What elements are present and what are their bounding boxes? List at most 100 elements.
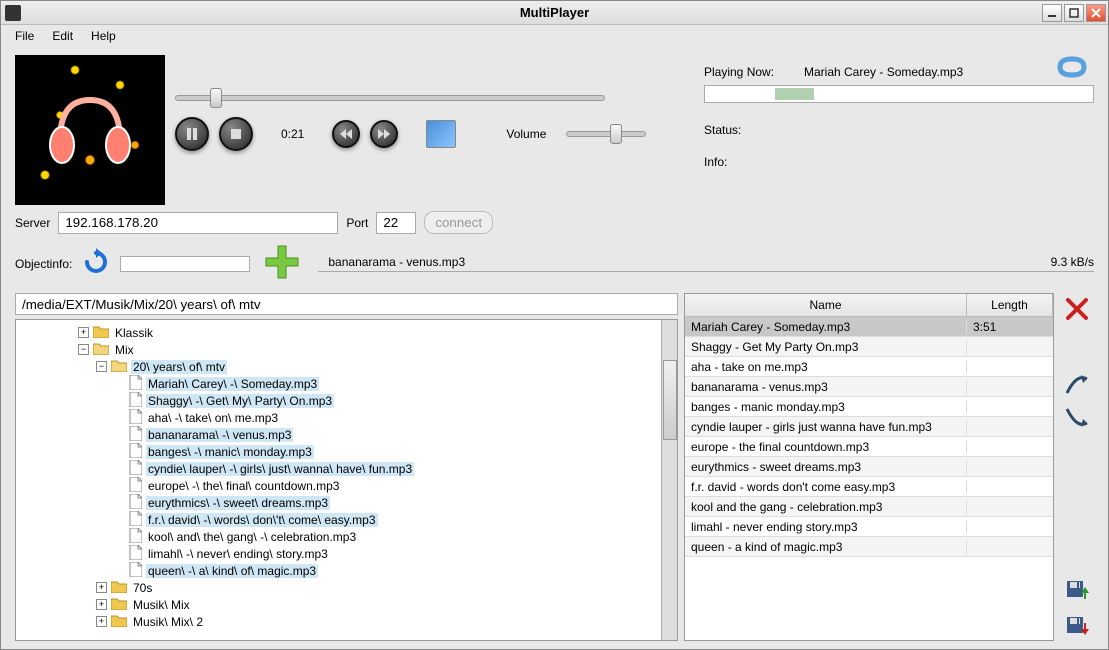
file-tree[interactable]: +Klassik−Mix−20\ years\ of\ mtvMariah\ C… <box>15 319 678 641</box>
pause-button[interactable] <box>175 117 209 151</box>
main-window: MultiPlayer File Edit Help <box>0 0 1109 650</box>
col-length-header[interactable]: Length <box>967 294 1053 316</box>
playlist-name-cell: banges - manic monday.mp3 <box>685 400 967 414</box>
tree-label[interactable]: f.r.\ david\ -\ words\ don\'t\ come\ eas… <box>146 513 378 527</box>
tree-node[interactable]: f.r.\ david\ -\ words\ don\'t\ come\ eas… <box>18 511 657 528</box>
previous-button[interactable] <box>332 120 360 148</box>
save-up-button[interactable] <box>1063 613 1091 641</box>
tree-node[interactable]: + Musik\ Mix\ 2 <box>18 613 657 630</box>
playlist-row[interactable]: limahl - never ending story.mp3 <box>685 517 1053 537</box>
tree-label[interactable]: eurythmics\ -\ sweet\ dreams.mp3 <box>146 496 330 510</box>
folder-icon <box>93 325 109 341</box>
folder-icon <box>111 580 127 596</box>
tree-node[interactable]: limahl\ -\ never\ ending\ story.mp3 <box>18 545 657 562</box>
playlist-row[interactable]: eurythmics - sweet dreams.mp3 <box>685 457 1053 477</box>
minimize-button[interactable] <box>1042 4 1062 22</box>
window-title: MultiPlayer <box>520 5 589 20</box>
move-down-button[interactable] <box>1063 405 1091 433</box>
tree-node[interactable]: + Klassik <box>18 324 657 341</box>
playlist-row[interactable]: aha - take on me.mp3 <box>685 357 1053 377</box>
tree-label[interactable]: cyndie\ lauper\ -\ girls\ just\ wanna\ h… <box>146 462 414 476</box>
tree-node[interactable]: aha\ -\ take\ on\ me.mp3 <box>18 409 657 426</box>
playlist-row[interactable]: f.r. david - words don't come easy.mp3 <box>685 477 1053 497</box>
tree-expander[interactable]: + <box>96 616 107 627</box>
status-label: Status: <box>704 123 741 137</box>
tree-node[interactable]: − 20\ years\ of\ mtv <box>18 358 657 375</box>
move-up-button[interactable] <box>1063 369 1091 397</box>
tree-node[interactable]: queen\ -\ a\ kind\ of\ magic.mp3 <box>18 562 657 579</box>
tree-label[interactable]: aha\ -\ take\ on\ me.mp3 <box>146 411 280 425</box>
tree-label[interactable]: Mariah\ Carey\ -\ Someday.mp3 <box>146 377 319 391</box>
tree-label[interactable]: kool\ and\ the\ gang\ -\ celebration.mp3 <box>146 530 358 544</box>
tree-node[interactable]: +70s <box>18 579 657 596</box>
loop-icon[interactable] <box>1054 55 1090 82</box>
file-icon <box>129 443 142 461</box>
refresh-button[interactable] <box>82 248 110 279</box>
tree-label[interactable]: Musik\ Mix\ 2 <box>131 615 205 629</box>
tree-label[interactable]: Shaggy\ -\ Get\ My\ Party\ On.mp3 <box>146 394 334 408</box>
save-down-button[interactable] <box>1063 577 1091 605</box>
next-button[interactable] <box>370 120 398 148</box>
tree-node[interactable]: europe\ -\ the\ final\ countdown.mp3 <box>18 477 657 494</box>
tree-node[interactable]: cyndie\ lauper\ -\ girls\ just\ wanna\ h… <box>18 460 657 477</box>
playlist-row[interactable]: bananarama - venus.mp3 <box>685 377 1053 397</box>
tree-label[interactable]: bananarama\ -\ venus.mp3 <box>146 428 293 442</box>
tree-expander[interactable]: + <box>78 327 89 338</box>
tree-node[interactable]: bananarama\ -\ venus.mp3 <box>18 426 657 443</box>
tree-node[interactable]: kool\ and\ the\ gang\ -\ celebration.mp3 <box>18 528 657 545</box>
connect-button[interactable]: connect <box>424 211 493 234</box>
tree-node[interactable]: banges\ -\ manic\ monday.mp3 <box>18 443 657 460</box>
tree-label[interactable]: Musik\ Mix <box>131 598 192 612</box>
tree-expander[interactable]: + <box>96 599 107 610</box>
server-input[interactable] <box>58 212 338 234</box>
playlist-row[interactable]: cyndie lauper - girls just wanna have fu… <box>685 417 1053 437</box>
tree-label[interactable]: Mix <box>113 343 136 357</box>
tree-label[interactable]: Klassik <box>113 326 155 340</box>
tree-label[interactable]: limahl\ -\ never\ ending\ story.mp3 <box>146 547 330 561</box>
playlist-row[interactable]: europe - the final countdown.mp3 <box>685 437 1053 457</box>
playing-progress[interactable] <box>704 85 1094 103</box>
add-button[interactable] <box>260 240 304 287</box>
col-name-header[interactable]: Name <box>685 294 967 316</box>
tree-node[interactable]: − Mix <box>18 341 657 358</box>
tree-label[interactable]: europe\ -\ the\ final\ countdown.mp3 <box>146 479 341 493</box>
close-button[interactable] <box>1086 4 1106 22</box>
tree-label[interactable]: queen\ -\ a\ kind\ of\ magic.mp3 <box>146 564 318 578</box>
maximize-button[interactable] <box>1064 4 1084 22</box>
tree-node[interactable]: Mariah\ Carey\ -\ Someday.mp3 <box>18 375 657 392</box>
playlist-row[interactable]: kool and the gang - celebration.mp3 <box>685 497 1053 517</box>
file-icon <box>129 392 142 410</box>
playlist-row[interactable]: queen - a kind of magic.mp3 <box>685 537 1053 557</box>
tree-label[interactable]: 20\ years\ of\ mtv <box>131 360 227 374</box>
playlist-row[interactable]: banges - manic monday.mp3 <box>685 397 1053 417</box>
menu-edit[interactable]: Edit <box>44 27 81 45</box>
menubar: File Edit Help <box>1 25 1108 47</box>
transfer-speed: 9.3 <box>1051 255 1068 269</box>
menu-help[interactable]: Help <box>83 27 124 45</box>
volume-slider[interactable] <box>566 131 646 137</box>
file-icon <box>129 409 142 427</box>
seek-slider[interactable] <box>175 95 605 101</box>
delete-button[interactable] <box>1063 295 1091 323</box>
tree-label[interactable]: banges\ -\ manic\ monday.mp3 <box>146 445 314 459</box>
tree-scrollbar[interactable] <box>661 320 677 640</box>
file-icon <box>129 460 142 478</box>
tree-node[interactable]: eurythmics\ -\ sweet\ dreams.mp3 <box>18 494 657 511</box>
tree-expander[interactable]: − <box>78 344 89 355</box>
playlist-row[interactable]: Mariah Carey - Someday.mp33:51 <box>685 317 1053 337</box>
headphones-icon <box>40 80 140 180</box>
file-icon <box>129 426 142 444</box>
stop-button[interactable] <box>219 117 253 151</box>
server-label: Server <box>15 216 50 230</box>
tree-expander[interactable]: + <box>96 582 107 593</box>
folder-icon <box>111 597 127 613</box>
playlist-row[interactable]: Shaggy - Get My Party On.mp3 <box>685 337 1053 357</box>
playlist-name-cell: bananarama - venus.mp3 <box>685 380 967 394</box>
menu-file[interactable]: File <box>7 27 42 45</box>
tree-node[interactable]: Shaggy\ -\ Get\ My\ Party\ On.mp3 <box>18 392 657 409</box>
tree-label[interactable]: 70s <box>131 581 154 595</box>
path-input[interactable] <box>15 293 678 315</box>
port-input[interactable] <box>376 212 416 234</box>
tree-node[interactable]: + Musik\ Mix <box>18 596 657 613</box>
tree-expander[interactable]: − <box>96 361 107 372</box>
